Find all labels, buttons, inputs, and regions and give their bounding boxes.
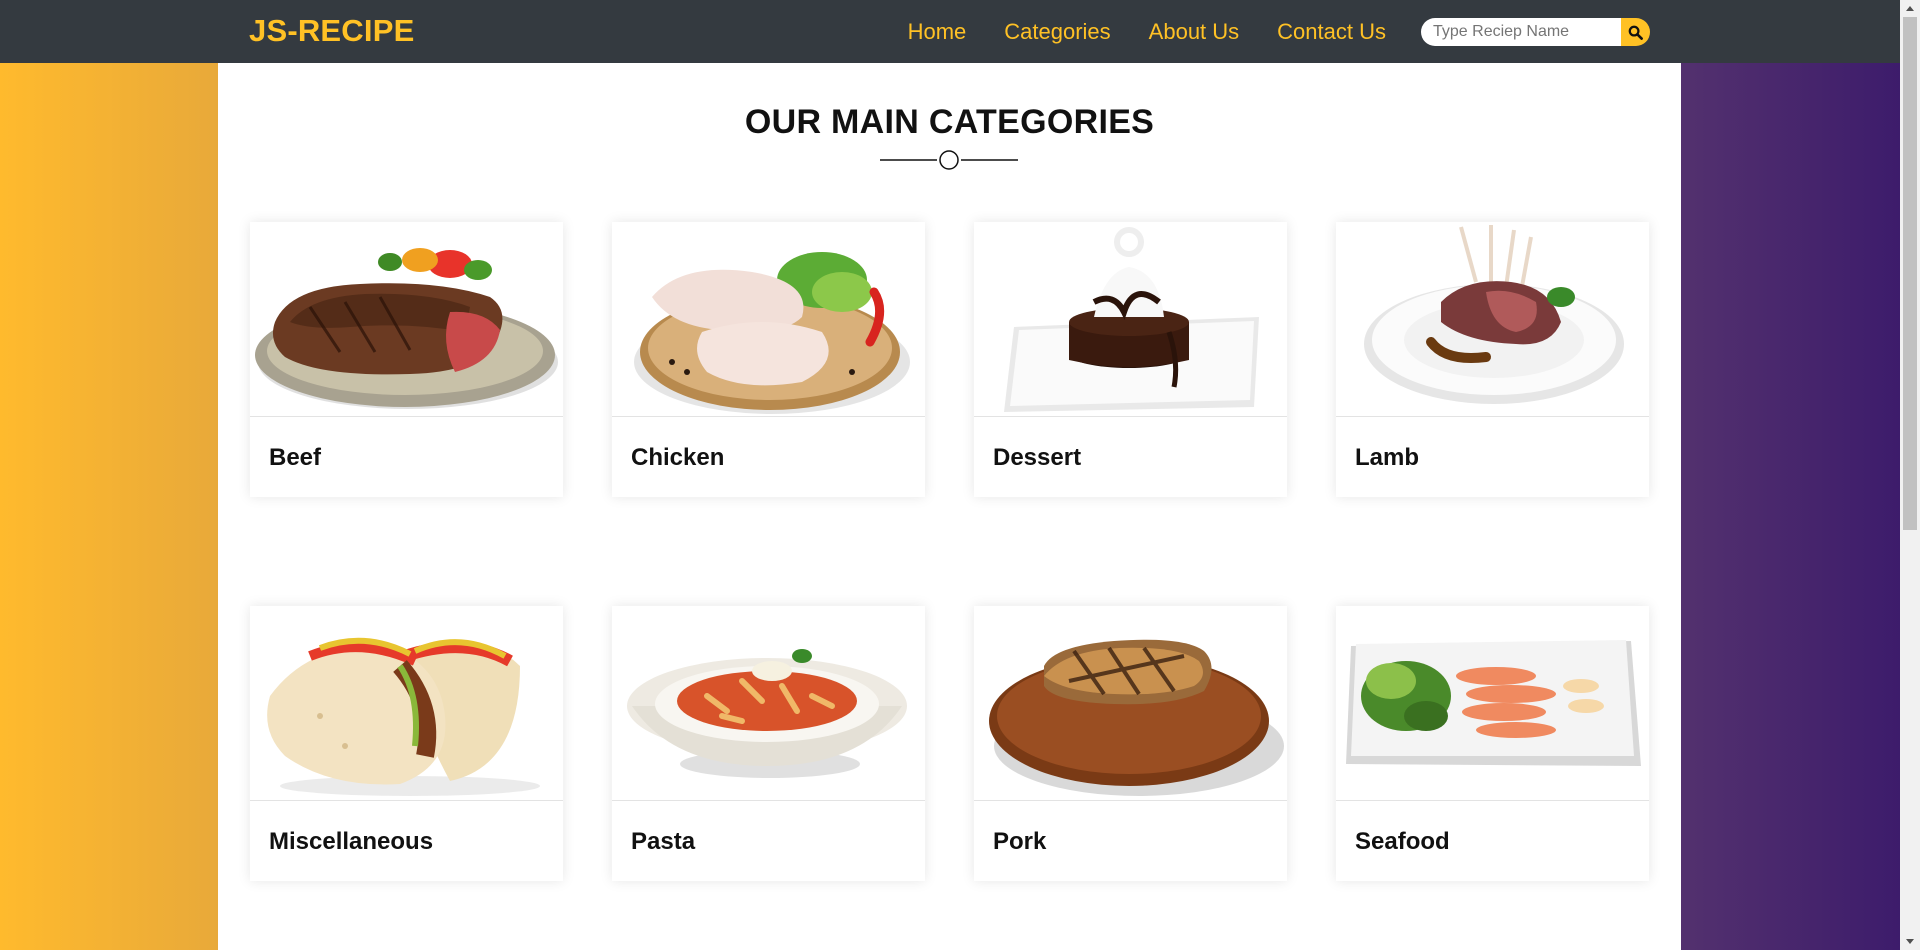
category-title: Lamb — [1355, 444, 1420, 471]
scroll-down-arrow-icon — [1906, 939, 1914, 944]
scroll-down-button[interactable] — [1900, 933, 1920, 950]
search-icon — [1628, 25, 1643, 40]
nav-link-home[interactable]: Home — [908, 19, 967, 45]
category-title: Chicken — [631, 444, 725, 471]
page-title: OUR MAIN CATEGORIES — [744, 103, 1155, 141]
salmon-plate-image — [1336, 606, 1649, 801]
nav-menu: Home Categories About Us Contact Us — [870, 19, 1386, 45]
lamb-chops-image — [1336, 222, 1649, 417]
category-title: Beef — [269, 444, 322, 471]
chicken-legs-image — [612, 222, 925, 417]
category-card-beef[interactable]: Beef — [250, 222, 563, 497]
category-title: Seafood — [1355, 828, 1450, 855]
title-divider — [880, 150, 1018, 170]
nav-link-contact-us[interactable]: Contact Us — [1277, 19, 1386, 45]
category-title: Pork — [993, 828, 1047, 855]
brand-logo[interactable]: JS-RECIPE — [249, 13, 414, 49]
category-card-pork[interactable]: Pork — [974, 606, 1287, 881]
pork-chop-image — [974, 606, 1287, 801]
nav-link-categories[interactable]: Categories — [1004, 19, 1110, 45]
category-card-lamb[interactable]: Lamb — [1336, 222, 1649, 497]
category-card-seafood[interactable]: Seafood — [1336, 606, 1649, 881]
category-title: Miscellaneous — [269, 828, 434, 855]
category-title: Dessert — [993, 444, 1082, 471]
scroll-up-button[interactable] — [1900, 0, 1920, 17]
tacos-image — [250, 606, 563, 801]
category-card-dessert[interactable]: Dessert — [974, 222, 1287, 497]
steak-plate-image — [250, 222, 563, 417]
scroll-up-arrow-icon — [1906, 6, 1914, 11]
navbar: JS-RECIPE Home Categories About Us Conta… — [0, 0, 1900, 63]
category-card-miscellaneous[interactable]: Miscellaneous — [250, 606, 563, 881]
scrollbar-thumb[interactable] — [1903, 17, 1917, 530]
search-button[interactable] — [1621, 18, 1650, 46]
category-card-pasta[interactable]: Pasta — [612, 606, 925, 881]
nav-link-about-us[interactable]: About Us — [1149, 19, 1240, 45]
search-bar — [1421, 18, 1650, 46]
pasta-bowl-image — [612, 606, 925, 801]
search-input[interactable] — [1421, 18, 1621, 46]
category-card-chicken[interactable]: Chicken — [612, 222, 925, 497]
chocolate-cake-image — [974, 222, 1287, 417]
main-content: OUR MAIN CATEGORIES Beef Chicken Dessert… — [218, 63, 1681, 950]
category-title: Pasta — [631, 828, 696, 855]
page-scrollbar[interactable] — [1900, 0, 1920, 950]
